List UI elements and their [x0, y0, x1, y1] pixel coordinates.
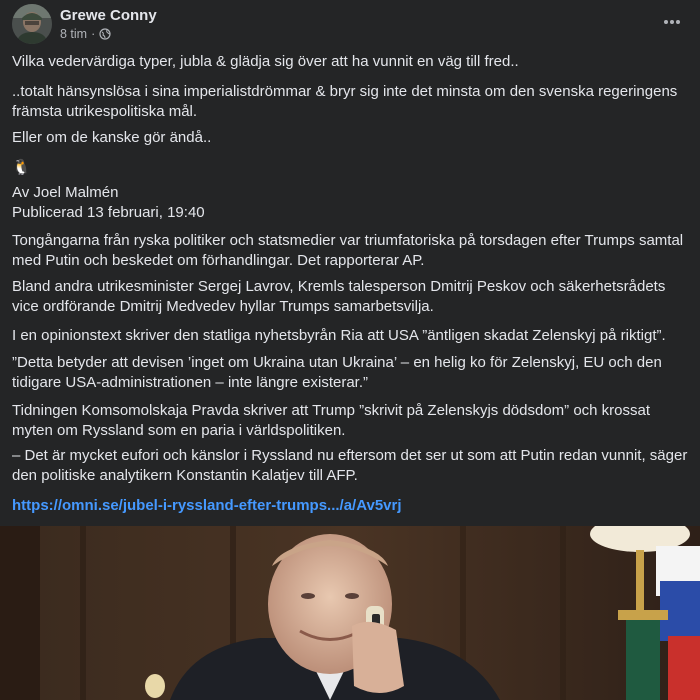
link-line: https://omni.se/jubel-i-ryssland-efter-t…	[12, 496, 688, 516]
post-paragraph: – Det är mycket eufori och känslor i Rys…	[12, 447, 688, 484]
article-byline: Av Joel Malmén	[12, 184, 119, 201]
post-paragraph: Bland andra utrikesminister Sergej Lavro…	[12, 278, 666, 315]
article-published: Publicerad 13 februari, 19:40	[12, 204, 205, 221]
globe-icon	[99, 28, 111, 40]
post-header: Grewe Conny 8 tim ·	[0, 0, 700, 46]
post-paragraph: ..totalt hänsynslösa i sina imperialistd…	[12, 83, 678, 120]
avatar-image	[12, 4, 52, 44]
more-horizontal-icon	[664, 20, 680, 24]
post-timestamp[interactable]: 8 tim	[60, 27, 87, 41]
post-menu-button[interactable]	[658, 8, 686, 36]
post-paragraph: Tidningen Komsomolskaja Pravda skriver a…	[12, 402, 651, 439]
post-meta: 8 tim ·	[60, 27, 111, 41]
article-link[interactable]: https://omni.se/jubel-i-ryssland-efter-t…	[12, 497, 402, 514]
post-photo[interactable]	[0, 526, 700, 700]
post-paragraph: Vilka vedervärdiga typer, jubla & glädja…	[12, 53, 519, 70]
author-avatar[interactable]	[12, 4, 52, 44]
post-paragraph: Eller om de kanske gör ändå..	[12, 129, 212, 146]
penguin-emoji: 🐧	[12, 159, 31, 176]
post-paragraph: Tongångarna från ryska politiker och sta…	[12, 232, 684, 269]
meta-separator: ·	[91, 27, 96, 41]
post-paragraph: I en opinionstext skriver den statliga n…	[12, 327, 666, 344]
facebook-post: Grewe Conny 8 tim · Vilka vedervärdiga t…	[0, 0, 700, 700]
post-paragraph: ”Detta betyder att devisen ’inget om Ukr…	[12, 354, 662, 391]
photo-image	[0, 526, 700, 700]
author-name[interactable]: Grewe Conny	[60, 7, 157, 24]
